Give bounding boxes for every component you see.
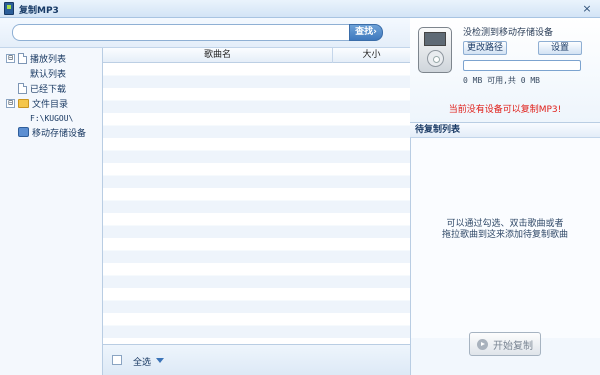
tree-item-label: 文件目录 [32, 99, 69, 110]
device-status-text: 没检测到移动存储设备 [463, 28, 554, 38]
player-click-wheel [427, 50, 444, 67]
tree-item-kugou-path[interactable]: F:\KUGOU\ [30, 111, 73, 125]
start-copy-button[interactable]: 开始复制 [469, 332, 541, 356]
tree-item-removable-storage[interactable]: 移动存储设备 [18, 125, 86, 139]
play-icon [477, 338, 488, 350]
app-icon [4, 2, 14, 15]
close-button[interactable]: × [580, 2, 594, 15]
tree-item-default-list[interactable]: 默认列表 [30, 66, 66, 80]
collapse-icon[interactable]: ⊟ [6, 53, 15, 63]
tree-item-label: 默认列表 [30, 69, 67, 80]
window-title: 复制MP3 [19, 6, 59, 16]
dropdown-arrow-icon[interactable] [156, 358, 164, 363]
song-list-footer: 全选 [103, 344, 410, 375]
song-list-rows[interactable] [103, 63, 410, 344]
document-icon [18, 52, 27, 64]
song-list[interactable]: 歌曲名 大小 [103, 48, 410, 344]
player-screen [424, 32, 446, 46]
tree-item-playlists[interactable]: ⊟ 播放列表 [6, 51, 66, 65]
storage-capacity-text: 0 MB 可用,共 0 MB [463, 76, 540, 85]
copy-queue-header: 待复制列表 [410, 123, 600, 138]
hint-line: 可以通过勾选、双击歌曲或者 [446, 219, 564, 229]
tree-item-label: 播放列表 [30, 54, 67, 65]
search-bar: 查找› [0, 18, 410, 48]
tree-item-label: 已经下载 [30, 84, 67, 95]
settings-button[interactable]: 设置 [538, 41, 582, 55]
tree-item-label: 移动存储设备 [32, 128, 87, 139]
song-list-header: 歌曲名 大小 [103, 48, 410, 63]
removable-device-icon [18, 127, 29, 137]
library-tree: ⊟ 播放列表 默认列表 已经下载 ⊟ 文件目录 F:\KUGOU\ 移动存储设备 [0, 48, 103, 375]
column-header-size[interactable]: 大小 [333, 48, 410, 63]
select-all-label[interactable]: 全选 [133, 355, 151, 368]
mp3-player-icon [418, 27, 452, 73]
tree-item-downloaded[interactable]: 已经下载 [18, 81, 66, 95]
tree-item-label: F:\KUGOU\ [30, 113, 74, 123]
select-all-checkbox[interactable] [112, 355, 122, 365]
document-icon [18, 82, 27, 94]
no-device-warning: 当前没有设备可以复制MP3! [448, 105, 562, 115]
copy-queue-hint: 可以通过勾选、双击歌曲或者 拖拉歌曲到这来添加待复制歌曲 [410, 219, 600, 241]
search-input[interactable] [12, 24, 350, 41]
start-copy-label: 开始复制 [493, 340, 533, 352]
folder-icon [18, 98, 29, 108]
title-bar: 复制MP3 × [0, 0, 600, 18]
search-button[interactable]: 查找› [349, 24, 383, 41]
tree-item-file-directory[interactable]: ⊟ 文件目录 [6, 96, 68, 110]
collapse-icon[interactable]: ⊟ [6, 98, 15, 108]
storage-capacity-bar [463, 60, 581, 71]
change-path-button[interactable]: 更改路径 [463, 41, 507, 55]
column-header-song-name[interactable]: 歌曲名 [103, 48, 333, 63]
hint-line: 拖拉歌曲到这来添加待复制歌曲 [441, 230, 568, 240]
